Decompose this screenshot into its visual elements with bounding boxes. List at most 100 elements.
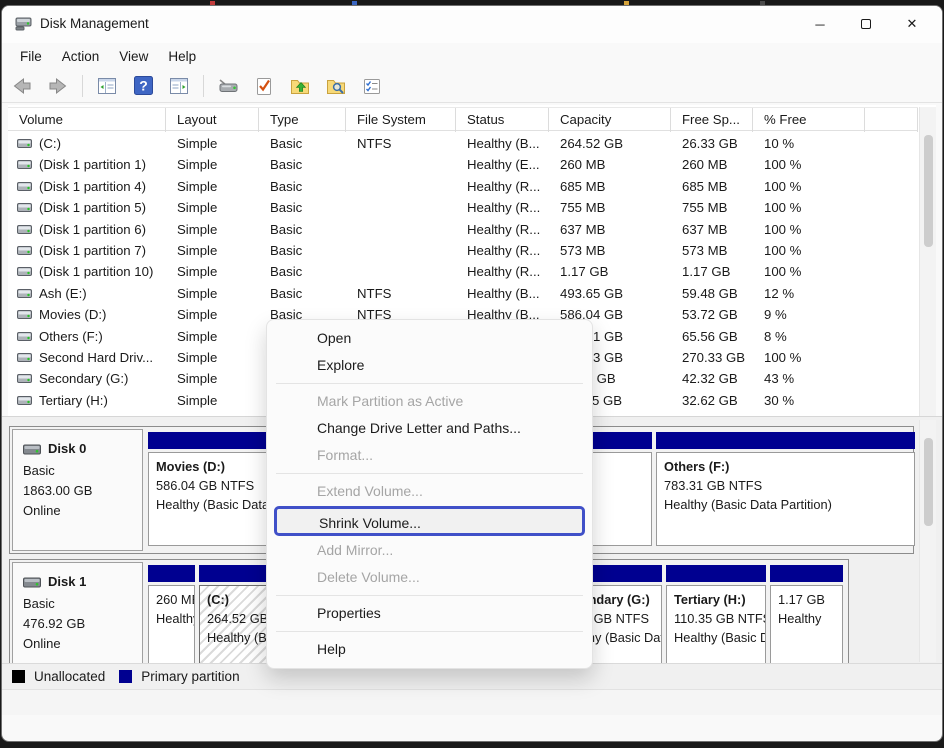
cell: 493.65 GB — [549, 283, 671, 304]
disk-type: Basic — [23, 594, 132, 614]
toolbar: ? — [2, 69, 942, 103]
forward-button[interactable] — [46, 74, 70, 98]
partition[interactable]: 1.17 GB Healthy — [770, 565, 843, 674]
column-header-capacity[interactable]: Capacity — [549, 108, 671, 132]
table-row[interactable]: (Disk 1 partition 1)SimpleBasicHealthy (… — [8, 154, 918, 175]
back-arrow-icon — [11, 75, 33, 97]
maximize-button[interactable] — [843, 6, 889, 42]
menu-item-help[interactable]: Help — [267, 636, 592, 663]
table-row[interactable]: (Disk 1 partition 7)SimpleBasicHealthy (… — [8, 240, 918, 261]
column-header-file-system[interactable]: File System — [346, 108, 456, 132]
partition-others-f[interactable]: Others (F:) 783.31 GB NTFS Healthy (Basi… — [656, 432, 915, 546]
cell: 637 MB — [671, 219, 753, 240]
checklist-button[interactable] — [360, 74, 384, 98]
table-row[interactable]: (Disk 1 partition 6)SimpleBasicHealthy (… — [8, 219, 918, 240]
cell: 685 MB — [549, 176, 671, 197]
menu-action[interactable]: Action — [52, 46, 110, 67]
menu-bar: FileActionViewHelp — [10, 43, 942, 69]
disk-label-disk-1[interactable]: Disk 1 Basic 476.92 GB Online — [12, 562, 143, 679]
column-header-filler[interactable] — [865, 108, 918, 132]
volume-icon — [17, 373, 32, 384]
cell: Healthy (E... — [456, 154, 549, 175]
disk-label-disk-0[interactable]: Disk 0 Basic 1863.00 GB Online — [12, 429, 143, 551]
cell: 9 % — [753, 304, 865, 325]
back-button[interactable] — [10, 74, 34, 98]
menu-separator — [276, 631, 583, 632]
cell: 59.48 GB — [671, 283, 753, 304]
menu-separator — [276, 383, 583, 384]
menu-separator — [276, 595, 583, 596]
column-header-type[interactable]: Type — [259, 108, 346, 132]
forward-arrow-icon — [47, 75, 69, 97]
table-row[interactable]: (Disk 1 partition 4)SimpleBasicHealthy (… — [8, 176, 918, 197]
folder-up-button[interactable] — [288, 74, 312, 98]
volume-icon — [17, 352, 32, 363]
menu-item-delete-volume: Delete Volume... — [267, 564, 592, 591]
column-header-layout[interactable]: Layout — [166, 108, 259, 132]
app-icon — [15, 16, 32, 36]
menu-item-format: Format... — [267, 442, 592, 469]
show-console-tree-button[interactable] — [95, 74, 119, 98]
cell — [346, 176, 456, 197]
volume-icon — [17, 138, 32, 149]
context-menu: OpenExploreMark Partition as ActiveChang… — [266, 319, 593, 669]
show-action-pane-button[interactable] — [167, 74, 191, 98]
help-icon: ? — [133, 75, 154, 96]
cell: Basic — [259, 261, 346, 282]
cell-volume: (Disk 1 partition 7) — [8, 240, 166, 261]
menu-item-change-drive-letter-and-paths[interactable]: Change Drive Letter and Paths... — [267, 415, 592, 442]
disk-pane-scrollbar[interactable] — [919, 420, 936, 662]
volume-icon — [17, 288, 32, 299]
cell: 12 % — [753, 283, 865, 304]
folder-search-button[interactable] — [324, 74, 348, 98]
table-row[interactable]: Ash (E:)SimpleBasicNTFSHealthy (B...493.… — [8, 283, 918, 304]
disk-size: 476.92 GB — [23, 614, 132, 634]
table-row[interactable]: (Disk 1 partition 5)SimpleBasicHealthy (… — [8, 197, 918, 218]
column-header-status[interactable]: Status — [456, 108, 549, 132]
help-button[interactable]: ? — [131, 74, 155, 98]
menu-item-explore[interactable]: Explore — [267, 352, 592, 379]
table-row[interactable]: (C:)SimpleBasicNTFSHealthy (B...264.52 G… — [8, 133, 918, 154]
disk-icon — [23, 444, 41, 455]
column-header-free-sp[interactable]: Free Sp... — [671, 108, 753, 132]
cell-volume: Movies (D:) — [8, 304, 166, 325]
cell: Basic — [259, 219, 346, 240]
minimize-button[interactable]: ─ — [797, 6, 843, 42]
cell: Simple — [166, 176, 259, 197]
menu-item-open[interactable]: Open — [267, 325, 592, 352]
scrollbar-thumb[interactable] — [924, 135, 933, 247]
cell: 573 MB — [549, 240, 671, 261]
column-header-free[interactable]: % Free — [753, 108, 865, 132]
column-header-volume[interactable]: Volume — [8, 108, 166, 132]
disk-tool-icon — [216, 75, 240, 97]
scrollbar-thumb[interactable] — [924, 438, 933, 526]
disk-size: 1863.00 GB — [23, 481, 132, 501]
cell: Simple — [166, 368, 259, 389]
volume-icon — [17, 266, 32, 277]
table-row[interactable]: (Disk 1 partition 10)SimpleBasicHealthy … — [8, 261, 918, 282]
menu-file[interactable]: File — [10, 46, 52, 67]
partition[interactable]: 260 MB Healthy (EFI System Partition) — [148, 565, 195, 674]
cell: NTFS — [346, 283, 456, 304]
partition-tertiary-h[interactable]: Tertiary (H:) 110.35 GB NTFS Healthy (Ba… — [666, 565, 766, 674]
table-scrollbar[interactable] — [919, 107, 936, 416]
cell-volume: (C:) — [8, 133, 166, 154]
menu-view[interactable]: View — [109, 46, 158, 67]
console-tree-icon — [96, 75, 118, 97]
menu-item-shrink-volume[interactable]: Shrink Volume... — [274, 506, 585, 536]
properties-check-button[interactable] — [252, 74, 276, 98]
menu-item-properties[interactable]: Properties — [267, 600, 592, 627]
cell: Simple — [166, 390, 259, 411]
menu-item-add-mirror: Add Mirror... — [267, 537, 592, 564]
disk-tool-button[interactable] — [216, 74, 240, 98]
cell: 8 % — [753, 326, 865, 347]
primary-partition-bar — [656, 432, 915, 449]
cell — [346, 154, 456, 175]
close-button[interactable]: ✕ — [889, 6, 935, 42]
menu-help[interactable]: Help — [158, 46, 206, 67]
table-header: VolumeLayoutTypeFile SystemStatusCapacit… — [8, 107, 918, 131]
primary-partition-bar — [148, 565, 195, 582]
volume-icon — [17, 181, 32, 192]
legend-label: Primary partition — [141, 669, 239, 684]
cell: Basic — [259, 197, 346, 218]
